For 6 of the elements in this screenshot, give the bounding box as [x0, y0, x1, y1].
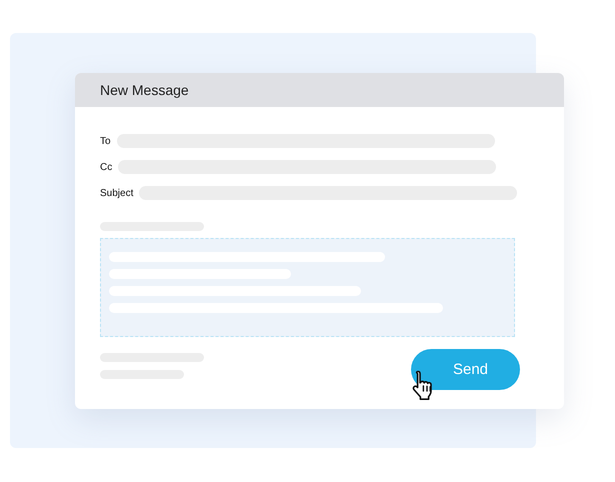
message-body[interactable] [100, 238, 515, 337]
field-label: To [100, 136, 111, 146]
send-button[interactable]: Send [411, 349, 520, 390]
field-label: Subject [100, 188, 134, 198]
field-label: Cc [100, 162, 112, 172]
window-title: New Message [100, 82, 189, 98]
